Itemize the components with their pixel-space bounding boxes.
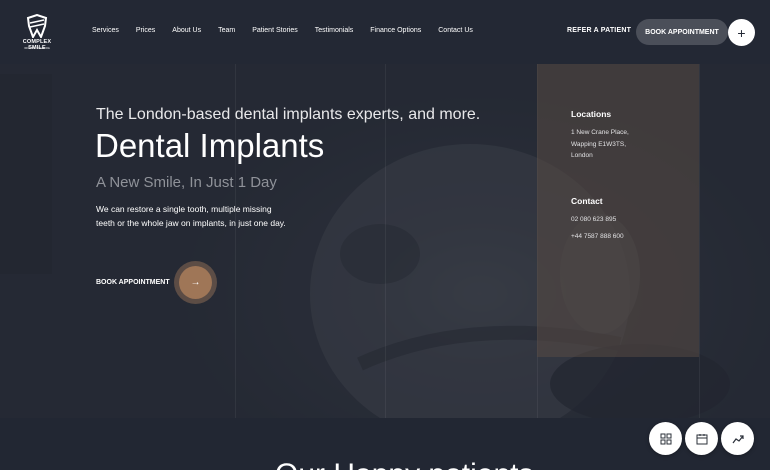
trend-icon[interactable] [721, 422, 754, 455]
trend-icon-svg [732, 434, 744, 443]
calendar-icon[interactable] [685, 422, 718, 455]
main-nav: Services Prices About Us Team Patient St… [92, 27, 490, 34]
nav-patient-stories[interactable]: Patient Stories [252, 27, 298, 34]
grid-icon-svg [660, 433, 671, 444]
address-line: London [571, 152, 593, 159]
book-appointment-button[interactable]: BOOK APPOINTMENT [636, 19, 728, 45]
plus-icon[interactable]: + [728, 19, 755, 46]
address: 1 New Crane Place, Wapping E1W3TS, Londo… [571, 127, 629, 162]
hero-tagline: The London-based dental implants experts… [96, 106, 481, 123]
nav-finance-options[interactable]: Finance Options [370, 27, 421, 34]
arrow-right-icon[interactable]: → [179, 266, 212, 299]
address-line: 1 New Crane Place, [571, 129, 629, 136]
address-line: Wapping E1W3TS, [571, 140, 627, 148]
contact-title: Contact [571, 196, 603, 206]
hero-subtitle: A New Smile, In Just 1 Day [96, 174, 277, 191]
hero-section: The London-based dental implants experts… [0, 64, 770, 418]
phone-1[interactable]: 02 080 623 895 [571, 214, 616, 226]
cta-label[interactable]: BOOK APPOINTMENT [96, 279, 170, 286]
grid-icon[interactable] [649, 422, 682, 455]
hero-description: We can restore a single tooth, multiple … [96, 204, 286, 228]
page-title: Dental Implants [95, 127, 325, 164]
nav-team[interactable]: Team [218, 27, 235, 34]
nav-prices[interactable]: Prices [136, 27, 155, 34]
refer-patient-link[interactable]: REFER A PATIENT [567, 27, 631, 34]
section-heading: Our Happy patients [275, 458, 533, 470]
nav-services[interactable]: Services [92, 27, 119, 34]
nav-contact-us[interactable]: Contact Us [438, 27, 473, 34]
nav-about-us[interactable]: About Us [172, 27, 201, 34]
locations-title: Locations [571, 109, 612, 119]
brand-sub: IMPLANT CENTRE [23, 46, 51, 50]
calendar-icon-svg [696, 433, 707, 444]
tooth-logo-icon [26, 14, 48, 38]
info-panel [537, 64, 699, 357]
site-header: COMPLEX SMILE IMPLANT CENTRE Services Pr… [0, 0, 770, 64]
grid-line [699, 64, 700, 418]
phone-2[interactable]: +44 7587 888 600 [571, 231, 624, 243]
nav-testimonials[interactable]: Testimonials [315, 27, 354, 34]
logo[interactable]: COMPLEX SMILE IMPLANT CENTRE [14, 14, 60, 52]
